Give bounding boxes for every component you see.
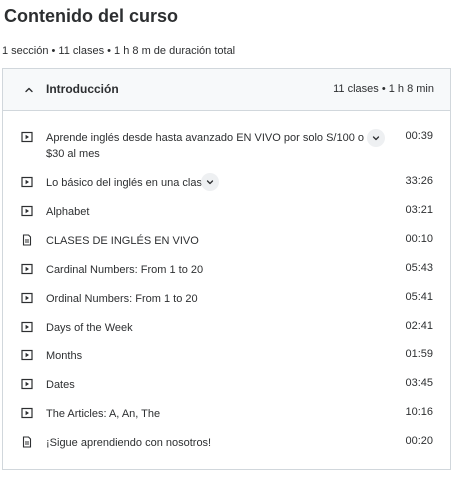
course-content-summary: 1 sección • 11 clases • 1 h 8 m de durac…	[2, 45, 236, 57]
lecture-item[interactable]: ¡Sigue aprendiendo con nosotros! 00:20	[3, 431, 450, 453]
video-icon	[21, 321, 33, 333]
lecture-item[interactable]: Alphabet 03:21	[3, 200, 450, 222]
lecture-duration: 02:41	[405, 320, 433, 332]
lecture-duration: 05:41	[405, 291, 433, 303]
lecture-item[interactable]: Dates 03:45	[3, 373, 450, 395]
chevron-down-icon	[372, 136, 380, 141]
lecture-duration: 01:59	[405, 348, 433, 360]
lecture-duration: 03:21	[405, 204, 433, 216]
section-meta: 11 clases • 1 h 8 min	[333, 83, 434, 95]
lecture-item[interactable]: The Articles: A, An, The 10:16	[3, 402, 450, 424]
lecture-duration: 10:16	[405, 406, 433, 418]
lecture-duration: 05:43	[405, 262, 433, 274]
video-icon	[21, 407, 33, 419]
video-icon	[21, 263, 33, 275]
lecture-item[interactable]: Cardinal Numbers: From 1 to 20 05:43	[3, 258, 450, 280]
lecture-duration: 00:20	[405, 435, 433, 447]
chevron-down-icon	[206, 180, 214, 185]
lecture-duration: 03:45	[405, 377, 433, 389]
document-icon	[22, 234, 32, 246]
course-section-panel: Introducción 11 clases • 1 h 8 min Apren…	[2, 68, 451, 470]
lecture-item[interactable]: Lo básico del inglés en una clase 33:26	[3, 171, 450, 193]
lecture-title: Lo básico del inglés en una clase	[46, 177, 209, 189]
lecture-duration: 00:39	[405, 130, 433, 142]
lecture-item[interactable]: CLASES DE INGLÉS EN VIVO 00:10	[3, 229, 450, 251]
section-title: Introducción	[46, 82, 119, 96]
chevron-up-icon	[25, 87, 33, 93]
video-icon	[21, 205, 33, 217]
lecture-expand-button[interactable]	[367, 129, 385, 147]
lecture-title: CLASES DE INGLÉS EN VIVO	[46, 235, 199, 247]
lecture-title: ¡Sigue aprendiendo con nosotros!	[46, 437, 212, 449]
lecture-title: The Articles: A, An, The	[46, 408, 161, 420]
lecture-title: Days of the Week	[46, 322, 133, 334]
document-icon	[22, 436, 32, 448]
video-icon	[21, 292, 33, 304]
video-icon	[21, 349, 33, 361]
lecture-item[interactable]: Ordinal Numbers: From 1 to 20 05:41	[3, 287, 450, 309]
lecture-expand-button[interactable]	[201, 173, 219, 191]
lecture-title: Ordinal Numbers: From 1 to 20	[46, 293, 198, 305]
lecture-duration: 00:10	[405, 233, 433, 245]
video-icon	[21, 131, 33, 143]
video-icon	[21, 176, 33, 188]
course-content-title: Contenido del curso	[4, 6, 179, 26]
lecture-title: Dates	[46, 379, 75, 391]
lecture-title: Cardinal Numbers: From 1 to 20	[46, 264, 204, 276]
lecture-duration: 33:26	[405, 175, 433, 187]
lecture-item[interactable]: Aprende inglés desde hasta avanzado EN V…	[3, 126, 450, 164]
lecture-title: Alphabet	[46, 206, 90, 218]
video-icon	[21, 378, 33, 390]
lecture-item[interactable]: Days of the Week 02:41	[3, 316, 450, 338]
lecture-item[interactable]: Months 01:59	[3, 344, 450, 366]
lecture-title: Months	[46, 350, 83, 362]
section-header[interactable]: Introducción 11 clases • 1 h 8 min	[3, 69, 450, 111]
lecture-list: Aprende inglés desde hasta avanzado EN V…	[3, 111, 450, 469]
lecture-title: Aprende inglés desde hasta avanzado EN V…	[46, 132, 364, 160]
